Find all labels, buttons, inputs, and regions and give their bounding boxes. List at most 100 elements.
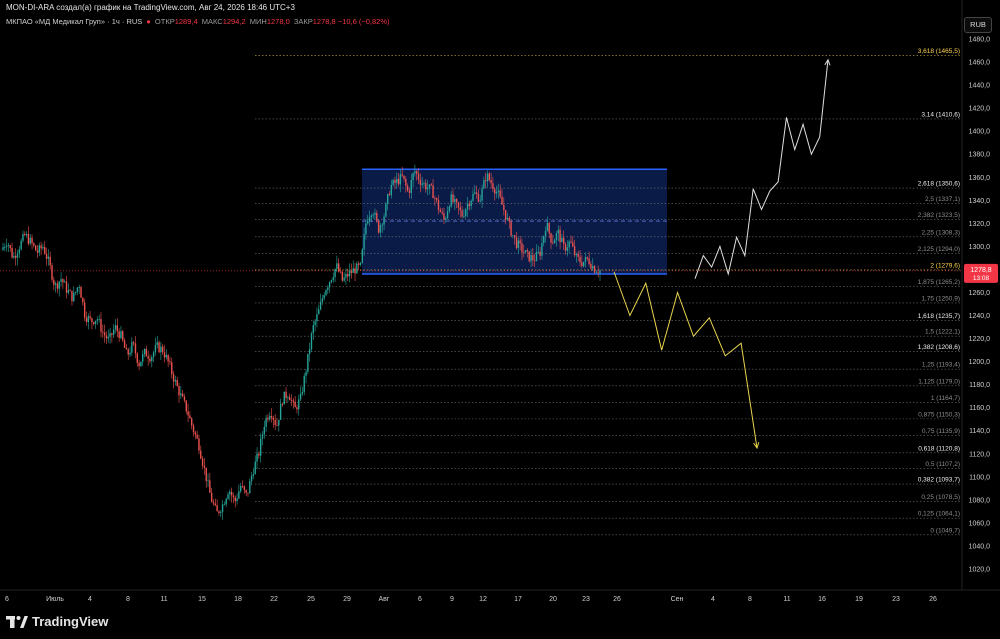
candle-body bbox=[131, 342, 133, 353]
candle-body bbox=[212, 501, 215, 504]
candle-body bbox=[399, 174, 402, 185]
fib-level-label: 1,75 (1250,9) bbox=[921, 295, 960, 302]
candle-body bbox=[114, 325, 117, 330]
candle-body bbox=[232, 495, 235, 498]
candle-body bbox=[490, 180, 492, 184]
price-axis-tick: 1180,0 bbox=[969, 382, 990, 389]
candle-body bbox=[441, 211, 443, 214]
candle-body bbox=[78, 287, 80, 288]
candle-body bbox=[247, 492, 249, 494]
candle-body bbox=[318, 309, 320, 315]
candle-body bbox=[230, 491, 233, 496]
candle-body bbox=[305, 371, 307, 376]
time-axis-tick: 8 bbox=[126, 596, 130, 603]
fib-level-label: 2,5 (1337,1) bbox=[925, 196, 960, 203]
candle-body bbox=[91, 318, 93, 323]
close-value: 1278,8 bbox=[312, 17, 336, 26]
candle-body bbox=[579, 256, 581, 263]
candle-body bbox=[67, 290, 70, 293]
candle-body bbox=[127, 349, 129, 355]
candle-body bbox=[590, 264, 592, 269]
candle-body bbox=[7, 245, 10, 247]
price-axis-tick: 1460,0 bbox=[969, 60, 991, 67]
candle-body bbox=[414, 171, 416, 174]
candle-body bbox=[167, 355, 169, 362]
symbol-name[interactable]: МКПАО «МД Медикал Груп» · 1ч · RUS bbox=[6, 17, 142, 26]
candle-body bbox=[307, 353, 309, 372]
candle-body bbox=[573, 246, 576, 256]
candle-body bbox=[285, 391, 287, 398]
candle-body bbox=[552, 242, 554, 244]
candle-body bbox=[36, 250, 39, 253]
time-axis-tick: 23 bbox=[892, 596, 900, 603]
candle-body bbox=[205, 467, 207, 481]
time-axis-tick: 19 bbox=[855, 596, 863, 603]
candle-body bbox=[390, 184, 393, 196]
candle-body bbox=[501, 196, 503, 205]
candle-body bbox=[484, 180, 487, 182]
candle-body bbox=[160, 346, 162, 353]
candle-body bbox=[377, 220, 380, 233]
fib-level-label: 1,25 (1193,4) bbox=[922, 362, 960, 369]
time-axis-tick: 25 bbox=[307, 596, 315, 603]
fib-level-label: 2,125 (1294,0) bbox=[918, 246, 960, 253]
candle-body bbox=[270, 415, 273, 418]
candle-body bbox=[541, 242, 543, 256]
time-axis-tick: 6 bbox=[418, 596, 422, 603]
tradingview-logo[interactable]: TradingView bbox=[6, 614, 108, 629]
candle-body bbox=[176, 380, 178, 386]
candle-body bbox=[33, 243, 35, 246]
candle-body bbox=[112, 329, 115, 335]
candle-body bbox=[80, 287, 82, 298]
candle-body bbox=[163, 352, 166, 358]
candle-body bbox=[572, 242, 574, 247]
candle-body bbox=[129, 352, 131, 355]
candle-body bbox=[261, 434, 264, 439]
candle-body bbox=[249, 481, 251, 494]
candle-body bbox=[169, 361, 171, 363]
time-axis-tick: 4 bbox=[88, 596, 92, 603]
candle-body bbox=[125, 347, 128, 350]
currency-button[interactable]: RUB bbox=[964, 17, 992, 33]
candle-body bbox=[312, 325, 314, 334]
candle-body bbox=[597, 272, 599, 274]
candle-body bbox=[386, 194, 389, 204]
candle-body bbox=[24, 234, 26, 236]
fib-level-label: 2,25 (1308,3) bbox=[921, 229, 960, 236]
candle-body bbox=[29, 237, 31, 244]
candle-body bbox=[82, 297, 84, 303]
fib-level-label: 1 (1164,7) bbox=[931, 395, 960, 402]
candle-body bbox=[328, 282, 331, 288]
fib-level-label: 0 (1049,7) bbox=[930, 527, 960, 534]
candle-body bbox=[432, 185, 434, 199]
candle-body bbox=[56, 283, 59, 289]
candle-body bbox=[575, 253, 578, 256]
price-chart[interactable]: 0 (1049,7) 0,125 (1064,1) 0,25 (1078,5) 0,3… bbox=[0, 0, 1000, 639]
candle-body bbox=[524, 250, 527, 253]
candle-body bbox=[303, 375, 305, 393]
candle-body bbox=[138, 362, 140, 367]
candle-body bbox=[272, 417, 275, 420]
candle-body bbox=[187, 411, 189, 416]
time-axis-tick: 23 bbox=[582, 596, 590, 603]
candle-body bbox=[27, 233, 30, 244]
candle-body bbox=[408, 190, 411, 193]
candle-body bbox=[443, 213, 445, 220]
candle-body bbox=[207, 480, 209, 482]
fib-level-label: 0,5 (1107,2) bbox=[925, 461, 960, 468]
candle-body bbox=[410, 180, 412, 193]
low-value: 1278,0 bbox=[266, 17, 290, 26]
candle-body bbox=[292, 400, 295, 402]
candle-body bbox=[220, 512, 222, 513]
candle-body bbox=[470, 200, 472, 207]
candle-body bbox=[134, 343, 137, 354]
candle-body bbox=[316, 314, 318, 322]
time-axis-tick: 15 bbox=[198, 596, 206, 603]
price-axis-tick: 1320,0 bbox=[969, 221, 991, 228]
price-axis-tick: 1480,0 bbox=[969, 37, 991, 44]
candle-body bbox=[65, 281, 68, 293]
candle-body bbox=[274, 419, 276, 425]
candle-body bbox=[132, 342, 135, 344]
candle-body bbox=[526, 250, 529, 252]
candle-body bbox=[276, 424, 278, 426]
